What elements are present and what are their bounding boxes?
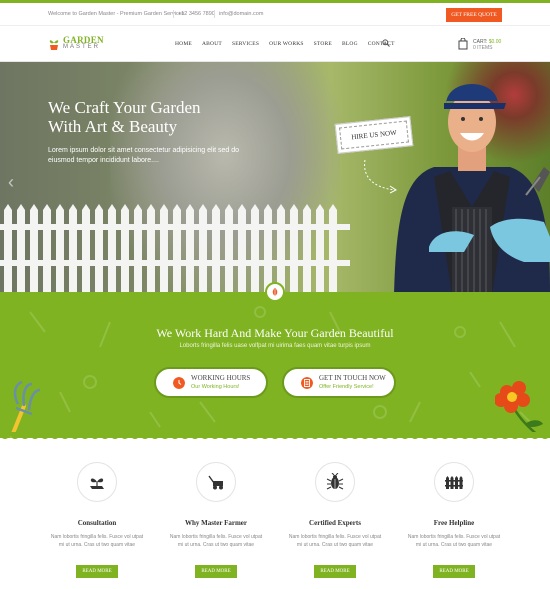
feature-card: Why Master Farmer Nam lobortis fringilla…: [161, 455, 271, 578]
plant-hand-icon: [90, 478, 104, 489]
logo-text: GARDEN: [63, 35, 104, 45]
logo-subtext: MASTER: [63, 44, 101, 50]
get-free-quote-button[interactable]: GET FREE QUOTE: [446, 8, 502, 22]
read-more-button[interactable]: READ MORE: [195, 565, 237, 578]
shopping-bag-icon: [458, 37, 468, 50]
nav-home[interactable]: HOME: [175, 41, 192, 47]
read-more-button[interactable]: READ MORE: [76, 565, 118, 578]
feature-title: Certified Experts: [309, 519, 361, 527]
bug-icon: [326, 473, 344, 490]
feature-icon-circle: [196, 462, 236, 502]
clock-icon: [173, 376, 185, 389]
feature-card: Free Helpline Nam lobortis fringilla fel…: [399, 455, 509, 578]
gardener-image: [394, 84, 550, 295]
document-icon: [301, 376, 313, 389]
phone-link[interactable]: +12 3456 7890: [178, 11, 215, 17]
garden-tools-pattern: [29, 306, 536, 428]
working-hours-button[interactable]: WORKING HOURS Our Working Hours!: [154, 367, 268, 398]
feature-text: Nam lobortis fringilla felis. Fusce vol …: [169, 534, 263, 548]
feature-card: Consultation Nam lobortis fringilla feli…: [42, 455, 152, 578]
feature-icon-circle: [77, 462, 117, 502]
scalloped-divider: [0, 432, 550, 439]
leaf-icon: [272, 288, 278, 296]
features-section: Consultation Nam lobortis fringilla feli…: [0, 455, 550, 589]
working-hours-subtitle: Our Working Hours!: [191, 384, 240, 390]
top-bar: Welcome to Garden Master - Premium Garde…: [0, 0, 550, 26]
lawnmower-icon: [208, 475, 223, 490]
feature-icon-circle: [315, 462, 355, 502]
get-in-touch-title: GET IN TOUCH NOW: [319, 374, 386, 382]
email-link[interactable]: info@domain.com: [219, 11, 263, 17]
feature-text: Nam lobortis fringilla felis. Fusce vol …: [288, 534, 382, 548]
section-badge: [265, 282, 285, 302]
divider: [214, 10, 215, 18]
pitchfork-icon: [10, 380, 41, 438]
hero-slider: We Craft Your Garden With Art & Beauty Lo…: [0, 62, 550, 295]
feature-text: Nam lobortis fringilla felis. Fusce vol …: [407, 534, 501, 548]
nav-services[interactable]: SERVICES: [232, 41, 259, 47]
flower-icon: [495, 381, 543, 437]
feature-card: Certified Experts Nam lobortis fringilla…: [280, 455, 390, 578]
main-nav: HOME ABOUT SERVICES OUR WORKS STORE BLOG…: [175, 41, 405, 47]
read-more-button[interactable]: READ MORE: [314, 565, 356, 578]
nav-store[interactable]: STORE: [314, 41, 332, 47]
nav-about[interactable]: ABOUT: [202, 41, 222, 47]
search-icon[interactable]: [382, 39, 390, 47]
working-hours-title: WORKING HOURS: [191, 374, 251, 382]
hero-text: Lorem ipsum dolor sit amet consectetur a…: [48, 147, 240, 164]
feature-title: Why Master Farmer: [184, 519, 248, 527]
band-heading: We Work Hard And Make Your Garden Beauti…: [156, 326, 394, 340]
logo[interactable]: GARDEN MASTER: [48, 36, 104, 51]
feature-title: Consultation: [77, 519, 117, 527]
white-fence-image: [0, 204, 350, 292]
nav-blog[interactable]: BLOG: [342, 41, 358, 47]
nav-our-works[interactable]: OUR WORKS: [269, 41, 304, 47]
slider-prev-arrow-icon[interactable]: ‹: [8, 172, 14, 193]
divider: [173, 10, 174, 18]
feature-title: Free Helpline: [433, 519, 475, 527]
cart[interactable]: CART: $0.00 0 ITEMS: [458, 37, 501, 55]
cart-items: 0 ITEMS: [473, 45, 493, 51]
band-subtext: Loborts fringilla felis uase volfpat mi …: [179, 343, 371, 349]
fence-icon: [445, 476, 463, 489]
feature-text: Nam lobortis fringilla felis. Fusce vol …: [50, 534, 144, 548]
feature-icon-circle: [434, 462, 474, 502]
site-header: GARDEN MASTER HOME ABOUT SERVICES OUR WO…: [0, 26, 550, 62]
welcome-text: Welcome to Garden Master - Premium Garde…: [48, 11, 185, 17]
get-in-touch-button[interactable]: GET IN TOUCH NOW Offer Friendly Service!: [282, 367, 396, 398]
hero-title: We Craft Your Garden With Art & Beauty: [48, 98, 201, 136]
get-in-touch-subtitle: Offer Friendly Service!: [319, 384, 374, 390]
read-more-button[interactable]: READ MORE: [433, 565, 475, 578]
flower-pot-icon: [49, 39, 59, 50]
green-feature-band: We Work Hard And Make Your Garden Beauti…: [0, 292, 550, 438]
